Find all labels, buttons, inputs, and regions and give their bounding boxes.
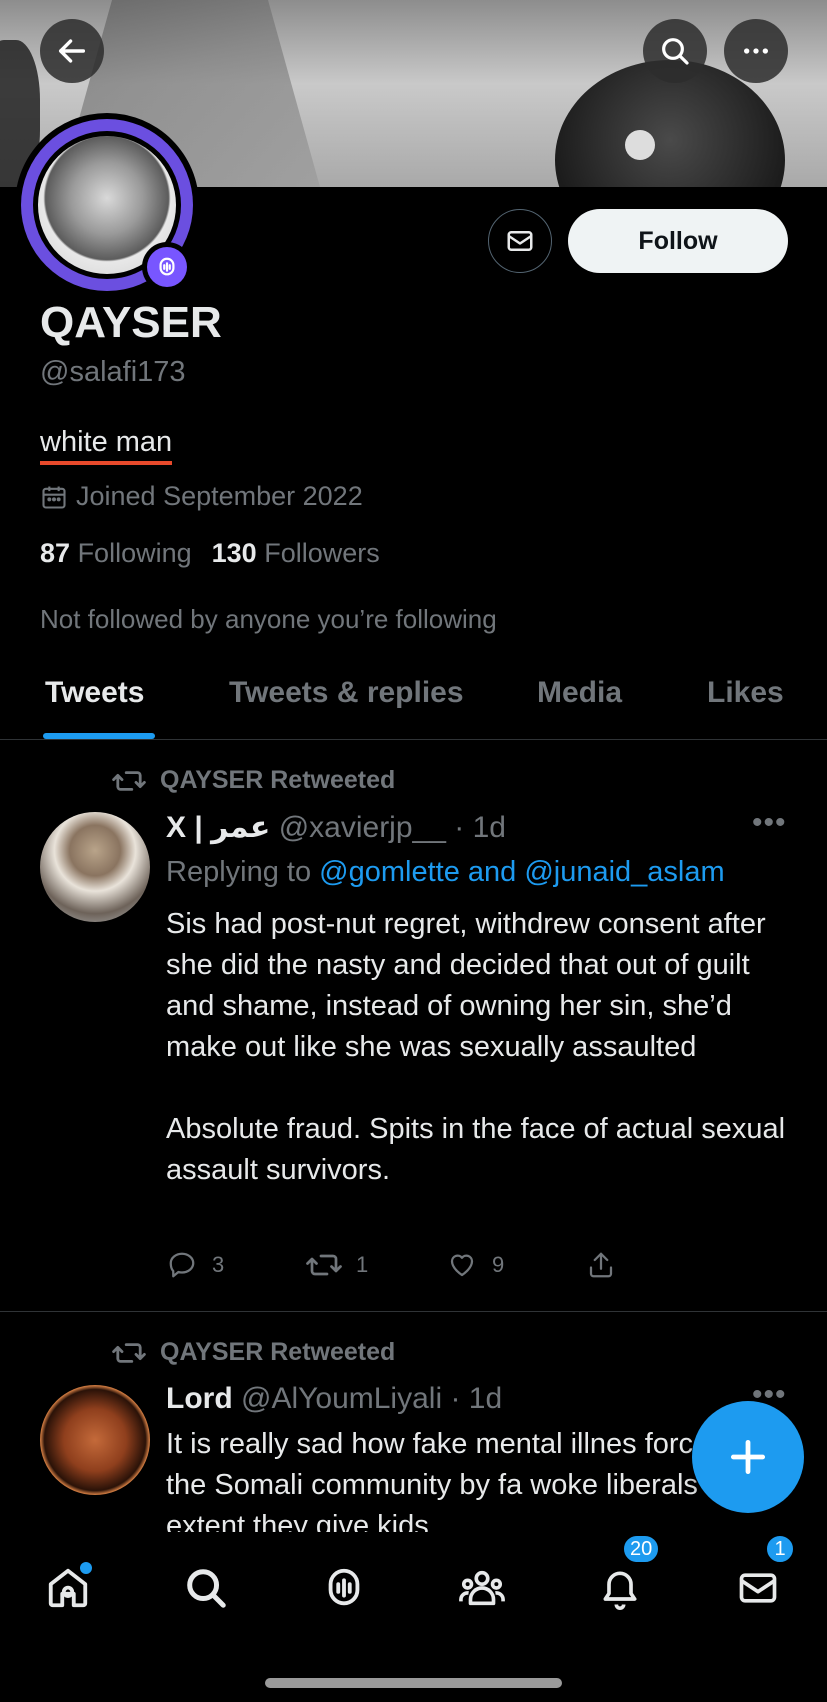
follow-button[interactable]: Follow xyxy=(568,209,788,273)
spaces-icon xyxy=(328,1568,360,1606)
compose-tweet-button[interactable] xyxy=(692,1401,804,1513)
nav-search[interactable] xyxy=(178,1560,234,1616)
not-followed-text: Not followed by anyone you’re following xyxy=(40,604,497,634)
profile-tabs: Tweets Tweets & replies Media Likes xyxy=(0,660,827,740)
share-button[interactable] xyxy=(586,1250,726,1280)
nav-messages[interactable] xyxy=(730,1560,786,1616)
replying-to: Replying to @gomlette and @junaid_aslam xyxy=(166,856,725,888)
notifications-badge: 20 xyxy=(622,1534,661,1564)
communities-icon xyxy=(459,1570,505,1606)
reply-target-links[interactable]: @gomlette and @junaid_aslam xyxy=(319,856,725,888)
tweet-author-avatar[interactable] xyxy=(40,812,150,922)
tweet-time: · 1d xyxy=(454,811,506,844)
retweet-button[interactable]: 1 xyxy=(306,1250,446,1280)
reply-button[interactable]: 3 xyxy=(166,1250,306,1280)
heart-icon xyxy=(450,1254,474,1277)
profile-bio: white man xyxy=(40,426,173,465)
tweet-author-handle[interactable]: @AlYoumLiyali xyxy=(241,1382,442,1415)
plus-icon xyxy=(730,1439,766,1475)
tweet-actions: 3 1 9 xyxy=(166,1250,726,1280)
search-icon xyxy=(187,1569,226,1608)
tab-tweets-replies[interactable]: Tweets & replies xyxy=(229,676,464,710)
tab-likes[interactable]: Likes xyxy=(707,676,784,710)
search-icon xyxy=(662,38,689,65)
bottom-navigation: 20 1 xyxy=(0,1532,827,1702)
nav-notifications[interactable] xyxy=(592,1560,648,1616)
tweet-author-name[interactable]: X | عمر xyxy=(166,811,270,844)
tweet-more-icon[interactable]: ••• xyxy=(752,806,787,840)
follow-stats: 87 Following 130 Followers xyxy=(40,538,380,569)
message-button[interactable] xyxy=(488,209,552,273)
more-horizontal-icon xyxy=(744,48,768,54)
share-icon xyxy=(589,1252,613,1278)
joined-date: Joined September 2022 xyxy=(40,481,363,512)
home-new-dot xyxy=(80,1562,92,1574)
calendar-icon xyxy=(42,486,66,509)
reply-icon xyxy=(169,1252,195,1278)
retweet-icon xyxy=(306,1254,342,1276)
arrow-left-icon xyxy=(58,39,86,63)
retweet-context: QAYSER Retweeted xyxy=(112,1338,395,1367)
nav-spaces[interactable] xyxy=(316,1560,372,1616)
home-indicator xyxy=(265,1678,562,1688)
tweet-header: Lord @AlYoumLiyali · 1d xyxy=(166,1382,502,1416)
mail-icon xyxy=(507,231,533,251)
more-options-button[interactable] xyxy=(724,19,788,83)
nav-communities[interactable] xyxy=(454,1560,510,1616)
retweet-context: QAYSER Retweeted xyxy=(112,766,395,795)
active-tab-indicator xyxy=(43,733,155,739)
followers-link[interactable]: 130 Followers xyxy=(212,538,380,569)
search-button[interactable] xyxy=(643,19,707,83)
tab-media[interactable]: Media xyxy=(537,676,622,710)
mail-icon xyxy=(739,1573,777,1603)
spaces-icon xyxy=(159,257,175,276)
bell-icon xyxy=(603,1571,637,1610)
space-badge xyxy=(142,242,192,292)
joined-text: Joined September 2022 xyxy=(76,481,363,511)
banner-shape xyxy=(625,130,655,160)
tweet-text: Sis had post-nut regret, withdrew consen… xyxy=(166,908,786,1186)
retweet-icon xyxy=(112,770,146,791)
like-button[interactable]: 9 xyxy=(446,1250,586,1280)
tweet-author-name[interactable]: Lord xyxy=(166,1382,233,1415)
tab-tweets[interactable]: Tweets xyxy=(45,676,144,710)
back-button[interactable] xyxy=(40,19,104,83)
tweet-divider xyxy=(0,1311,827,1312)
tweet-author-avatar[interactable] xyxy=(40,1385,150,1495)
tweet-time: · 1d xyxy=(450,1382,503,1415)
following-link[interactable]: 87 Following xyxy=(40,538,192,569)
tweet-header: X | عمر @xavierjp__ · 1d xyxy=(166,810,506,845)
retweet-icon xyxy=(112,1342,146,1363)
profile-handle: @salafi173 xyxy=(40,356,186,388)
messages-badge: 1 xyxy=(765,1534,795,1564)
display-name: QAYSER xyxy=(40,298,222,347)
tweet-author-handle[interactable]: @xavierjp__ xyxy=(279,811,446,844)
